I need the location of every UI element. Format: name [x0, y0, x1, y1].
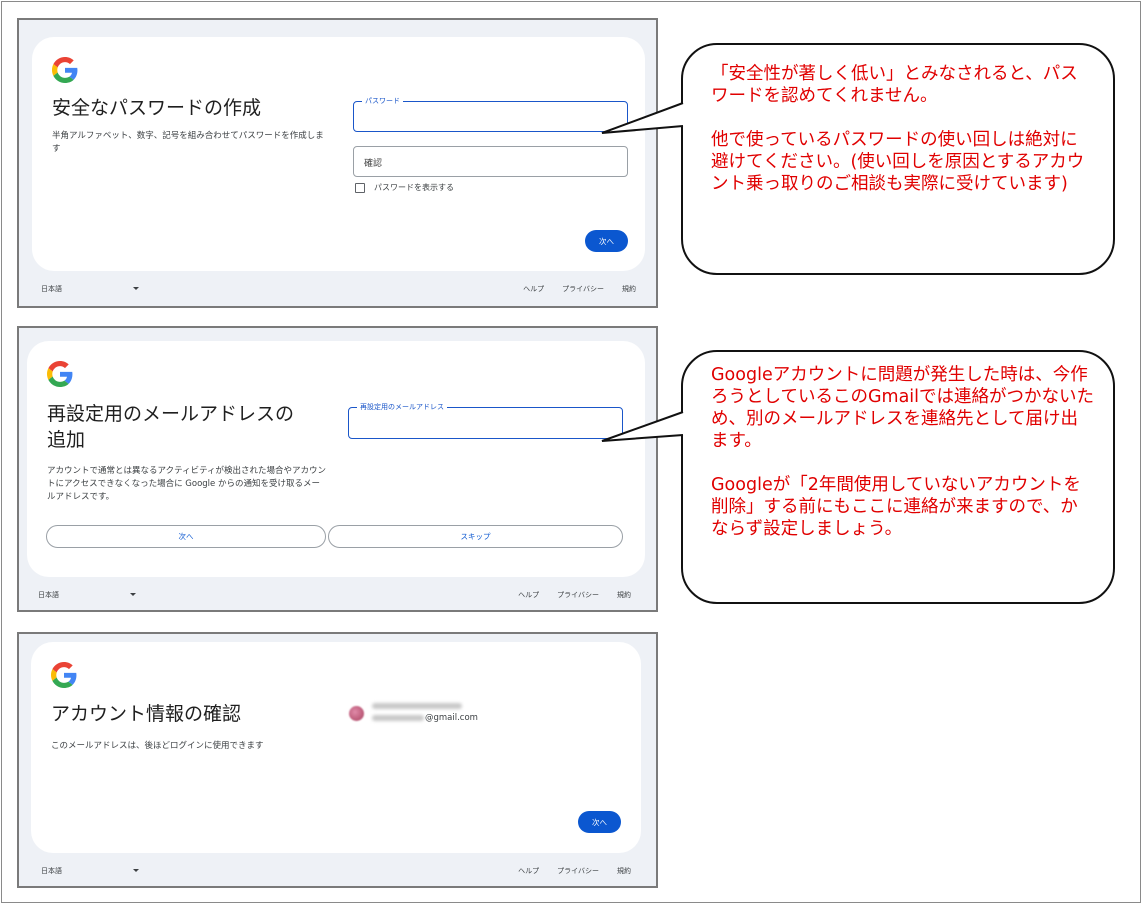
help-link[interactable]: ヘルプ: [518, 590, 539, 600]
next-button[interactable]: 次へ: [578, 811, 621, 833]
page-description: このメールアドレスは、後ほどログインに使用できます: [51, 741, 264, 751]
callout-paragraph: Googleアカウントに問題が発生した時は、今作ろうとしているこのGmailでは…: [711, 365, 1095, 451]
show-password-row[interactable]: パスワードを表示する: [355, 182, 454, 193]
terms-link[interactable]: 規約: [622, 284, 636, 294]
privacy-link[interactable]: プライバシー: [557, 590, 599, 600]
next-button[interactable]: 次へ: [585, 230, 628, 252]
recovery-email-label: 再設定用のメールアドレス: [357, 402, 447, 412]
terms-link[interactable]: 規約: [617, 590, 631, 600]
signup-card: 安全なパスワードの作成 半角アルファベット、数字、記号を組み合わせてパスワードを…: [32, 37, 645, 271]
signup-card: アカウント情報の確認 このメールアドレスは、後ほどログインに使用できます @gm…: [31, 642, 641, 853]
footer: 日本語 ヘルプ プライバシー 規約: [41, 284, 636, 296]
callout-paragraph: 「安全性が著しく低い」とみなされると、パスワードを認めてくれません。: [711, 64, 1078, 106]
avatar: [349, 706, 364, 721]
footer: 日本語 ヘルプ プライバシー 規約: [41, 866, 631, 878]
recovery-email-input[interactable]: 再設定用のメールアドレス: [348, 402, 623, 439]
confirm-password-input[interactable]: 確認: [353, 146, 628, 177]
account-name-blurred: [372, 703, 462, 709]
screenshot-recovery-email: 再設定用のメールアドレスの 追加 アカウントで通常とは異なるアクティビティが検出…: [17, 326, 658, 612]
footer-links: ヘルプ プライバシー 規約: [518, 866, 631, 876]
page-title: アカウント情報の確認: [51, 703, 242, 725]
callout-recovery-email-tips: Googleアカウントに問題が発生した時は、今作ろうとしているこのGmailでは…: [681, 350, 1115, 604]
google-g-icon: [47, 361, 73, 387]
email-username-blurred: [372, 714, 424, 721]
page-title-line1: 再設定用のメールアドレスの: [47, 403, 295, 425]
help-link[interactable]: ヘルプ: [518, 866, 539, 876]
password-input[interactable]: パスワード: [353, 96, 628, 132]
page-description: 半角アルファベット、数字、記号を組み合わせてパスワードを作成します: [52, 131, 324, 154]
language-selector[interactable]: 日本語: [38, 590, 59, 600]
footer-links: ヘルプ プライバシー 規約: [523, 284, 636, 294]
terms-link[interactable]: 規約: [617, 866, 631, 876]
callout-pointer: [601, 411, 684, 442]
google-g-icon: [51, 662, 77, 688]
screenshot-confirm-account: アカウント情報の確認 このメールアドレスは、後ほどログインに使用できます @gm…: [17, 632, 658, 888]
show-password-label: パスワードを表示する: [374, 183, 454, 192]
signup-card: 再設定用のメールアドレスの 追加 アカウントで通常とは異なるアクティビティが検出…: [27, 341, 645, 577]
chevron-down-icon[interactable]: [133, 869, 139, 872]
next-button[interactable]: 次へ: [46, 525, 326, 548]
chevron-down-icon[interactable]: [130, 593, 136, 596]
callout-password-tips: 「安全性が著しく低い」とみなされると、パスワードを認めてくれません。 他で使って…: [681, 43, 1115, 275]
checkbox-icon[interactable]: [355, 182, 365, 193]
page-title-line2: 追加: [47, 429, 86, 451]
page-description: アカウントで通常とは異なるアクティビティが検出された場合やアカウントにアクセスで…: [47, 466, 327, 502]
page-title: 再設定用のメールアドレスの 追加: [47, 401, 294, 453]
language-selector[interactable]: 日本語: [41, 284, 62, 294]
email-domain: @gmail.com: [425, 713, 478, 723]
footer: 日本語 ヘルプ プライバシー 規約: [38, 590, 631, 602]
help-link[interactable]: ヘルプ: [523, 284, 544, 294]
screenshot-create-password: 安全なパスワードの作成 半角アルファベット、数字、記号を組み合わせてパスワードを…: [17, 18, 658, 308]
google-g-icon: [52, 57, 78, 83]
account-email: @gmail.com: [372, 713, 478, 723]
password-label: パスワード: [362, 96, 403, 106]
callout-paragraph: Googleが「2年間使用していないアカウントを削除」する前にもここに連絡が来ま…: [711, 475, 1081, 539]
chevron-down-icon[interactable]: [133, 287, 139, 290]
confirm-placeholder: 確認: [364, 159, 383, 169]
callout-paragraph: 他で使っているパスワードの使い回しは絶対に避けてください。(使い回しを原因とする…: [711, 130, 1085, 194]
privacy-link[interactable]: プライバシー: [557, 866, 599, 876]
privacy-link[interactable]: プライバシー: [562, 284, 604, 294]
footer-links: ヘルプ プライバシー 規約: [518, 590, 631, 600]
page-title: 安全なパスワードの作成: [52, 97, 262, 119]
skip-button[interactable]: スキップ: [328, 525, 623, 548]
callout-pointer: [601, 102, 684, 134]
language-selector[interactable]: 日本語: [41, 866, 62, 876]
